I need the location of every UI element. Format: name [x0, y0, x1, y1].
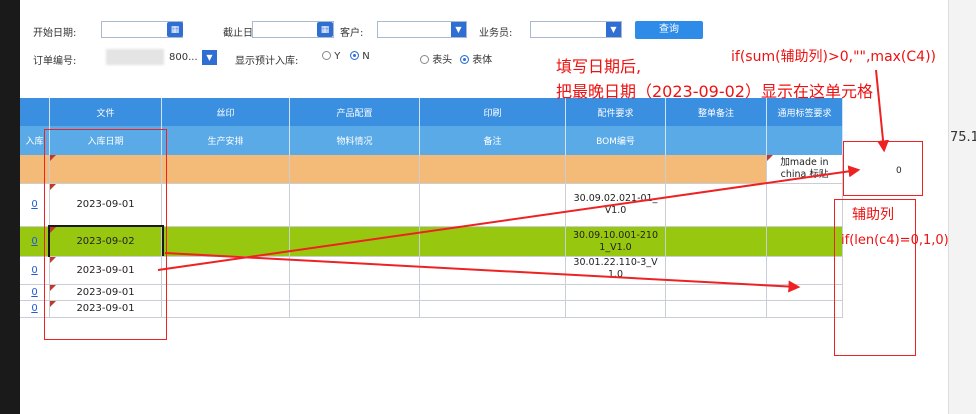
table-header-row-1: 文件 丝印 产品配置 印刷 配件要求 整单备注 通用标签要求 — [20, 98, 843, 126]
col-header-product-config[interactable]: 产品配置 — [290, 98, 420, 126]
table-cell[interactable] — [767, 227, 843, 257]
col-header-order-note[interactable]: 整单备注 — [666, 98, 767, 126]
table-cell[interactable] — [767, 285, 843, 301]
radio-header-icon[interactable] — [420, 55, 429, 64]
radio-body-icon[interactable] — [460, 55, 469, 64]
col-header-empty-2 — [767, 126, 843, 155]
bom-cell[interactable]: 30.09.10.001-2101_V1.0 — [566, 227, 666, 257]
table-cell[interactable] — [666, 227, 767, 257]
radio-n[interactable]: N — [350, 51, 370, 62]
table-cell[interactable] — [290, 301, 420, 318]
customer-label: 客户: — [340, 28, 364, 39]
bom-cell[interactable]: 30.01.22.110-3_V1.0 — [566, 257, 666, 285]
table-cell[interactable] — [162, 301, 290, 318]
summary-cell[interactable] — [566, 155, 666, 184]
table-cell[interactable] — [290, 257, 420, 285]
col-header-file[interactable]: 文件 — [50, 98, 162, 126]
radio-header[interactable]: 表头 — [420, 51, 452, 66]
table-cell[interactable] — [666, 257, 767, 285]
bom-value: 30.01.22.110-3_V1.0 — [573, 257, 658, 280]
table-cell[interactable] — [666, 301, 767, 318]
col-header-bom[interactable]: BOM编号 — [566, 126, 666, 155]
date-column-highlight-box — [44, 129, 167, 340]
table-cell[interactable] — [666, 184, 767, 227]
salesperson-label: 业务员: — [479, 28, 513, 39]
row-link[interactable]: 0 — [31, 287, 37, 299]
helper-label: 辅助列 — [852, 207, 894, 223]
start-date-calendar-icon[interactable]: ▦ — [167, 22, 183, 37]
row-link[interactable]: 0 — [31, 199, 37, 211]
col-header-empty-1 — [666, 126, 767, 155]
result-cell-highlight-box — [843, 141, 923, 196]
summary-cell[interactable] — [162, 155, 290, 184]
table-cell[interactable] — [290, 227, 420, 257]
bom-cell[interactable] — [566, 301, 666, 318]
table-cell[interactable] — [420, 301, 566, 318]
table-cell[interactable] — [666, 285, 767, 301]
order-no-chevron-down-icon[interactable]: ▼ — [202, 50, 217, 65]
col-header-production[interactable]: 生产安排 — [162, 126, 290, 155]
note-line-1: 填写日期后, — [556, 57, 642, 76]
radio-y[interactable]: Y — [322, 51, 340, 62]
col-header-material[interactable]: 物料情况 — [290, 126, 420, 155]
show-estimated-label: 显示预计入库: — [235, 56, 299, 67]
table-cell[interactable] — [420, 285, 566, 301]
order-no-blur — [106, 49, 164, 65]
bom-cell[interactable] — [566, 285, 666, 301]
query-button[interactable]: 查询 — [635, 21, 703, 39]
table-cell[interactable] — [767, 257, 843, 285]
end-date-calendar-icon[interactable]: ▦ — [317, 22, 333, 37]
left-border — [0, 0, 20, 414]
row-link[interactable]: 0 — [31, 236, 37, 248]
summary-cell[interactable] — [290, 155, 420, 184]
summary-cell[interactable] — [666, 155, 767, 184]
table-cell[interactable] — [290, 285, 420, 301]
customer-chevron-down-icon[interactable]: ▼ — [451, 22, 466, 37]
row-link[interactable]: 0 — [31, 303, 37, 315]
table-cell[interactable] — [162, 184, 290, 227]
radio-n-icon[interactable] — [350, 51, 359, 60]
col-header-accessories[interactable]: 配件要求 — [566, 98, 666, 126]
bom-cell[interactable]: 30.09.02.021-01_V1.0 — [566, 184, 666, 227]
note-line-2: 把最晚日期（2023-09-02）显示在这单元格 — [556, 82, 873, 101]
salesperson-chevron-down-icon[interactable]: ▼ — [606, 22, 621, 37]
table-cell[interactable] — [420, 257, 566, 285]
table-cell[interactable] — [420, 184, 566, 227]
right-edge-text: 75.1氢 — [950, 130, 976, 145]
table-cell[interactable] — [162, 285, 290, 301]
formula-top-annotation: if(sum(辅助列)>0,"",max(C4)) — [731, 49, 936, 65]
table-cell[interactable] — [767, 184, 843, 227]
col-header-inbound[interactable] — [20, 98, 50, 126]
radio-y-icon[interactable] — [322, 51, 331, 60]
col-header-printing[interactable]: 印刷 — [420, 98, 566, 126]
bom-value: 30.09.10.001-2101_V1.0 — [572, 229, 659, 253]
right-border — [948, 0, 976, 414]
table-cell[interactable] — [420, 227, 566, 257]
order-no-label: 订单编号: — [33, 56, 77, 67]
helper-formula: if(len(c4)=0,1,0) — [841, 233, 949, 248]
radio-body[interactable]: 表体 — [460, 51, 492, 66]
order-no-value: 800... — [169, 52, 198, 63]
table-cell[interactable] — [162, 227, 290, 257]
bom-value: 30.09.02.021-01_V1.0 — [573, 193, 658, 216]
summary-label-cell[interactable]: 加made in china 标贴 — [767, 155, 843, 184]
col-header-silkscreen[interactable]: 丝印 — [162, 98, 290, 126]
arrow-to-result-cell — [875, 69, 890, 153]
table-cell[interactable] — [767, 301, 843, 318]
table-cell[interactable] — [162, 257, 290, 285]
table-cell[interactable] — [290, 184, 420, 227]
col-header-label-req[interactable]: 通用标签要求 — [767, 98, 843, 126]
summary-cell[interactable] — [420, 155, 566, 184]
start-date-label: 开始日期: — [33, 28, 77, 39]
row-link[interactable]: 0 — [31, 265, 37, 277]
col-header-remark[interactable]: 备注 — [420, 126, 566, 155]
